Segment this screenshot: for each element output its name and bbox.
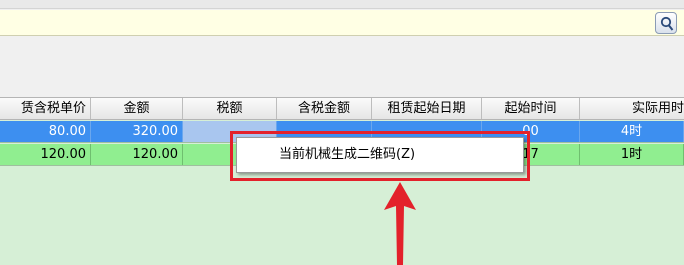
toolbar (0, 0, 684, 9)
cell-amount[interactable]: 320.00 (91, 121, 183, 142)
cell-unit-price[interactable]: 80.00 (0, 121, 91, 142)
search-icon (660, 16, 674, 31)
annotation-highlight-box (230, 131, 530, 181)
column-header-tax[interactable]: 税额 (183, 98, 277, 119)
search-button[interactable] (655, 12, 677, 34)
annotation-arrow-icon (384, 182, 416, 265)
cell-actual-hours[interactable]: 4时 (580, 121, 684, 142)
column-header-start-time[interactable]: 起始时间 (482, 98, 580, 119)
column-header-tax-inclusive-amount[interactable]: 含税金额 (277, 98, 372, 119)
grid-header: 赁含税单价 金额 税额 含税金额 租赁起始日期 起始时间 实际用时 (0, 97, 684, 120)
cell-actual-hours[interactable]: 1时 (580, 144, 684, 165)
data-grid: 赁含税单价 金额 税额 含税金额 租赁起始日期 起始时间 实际用时 80.00 … (0, 97, 684, 265)
cell-unit-price[interactable]: 120.00 (0, 144, 91, 165)
column-header-unit-price[interactable]: 赁含税单价 (0, 98, 91, 119)
cell-amount[interactable]: 120.00 (91, 144, 183, 165)
search-input[interactable] (0, 10, 684, 36)
form-panel (0, 37, 684, 97)
column-header-amount[interactable]: 金额 (91, 98, 183, 119)
column-header-lease-start-date[interactable]: 租赁起始日期 (372, 98, 482, 119)
column-header-actual-hours[interactable]: 实际用时 (580, 98, 684, 119)
